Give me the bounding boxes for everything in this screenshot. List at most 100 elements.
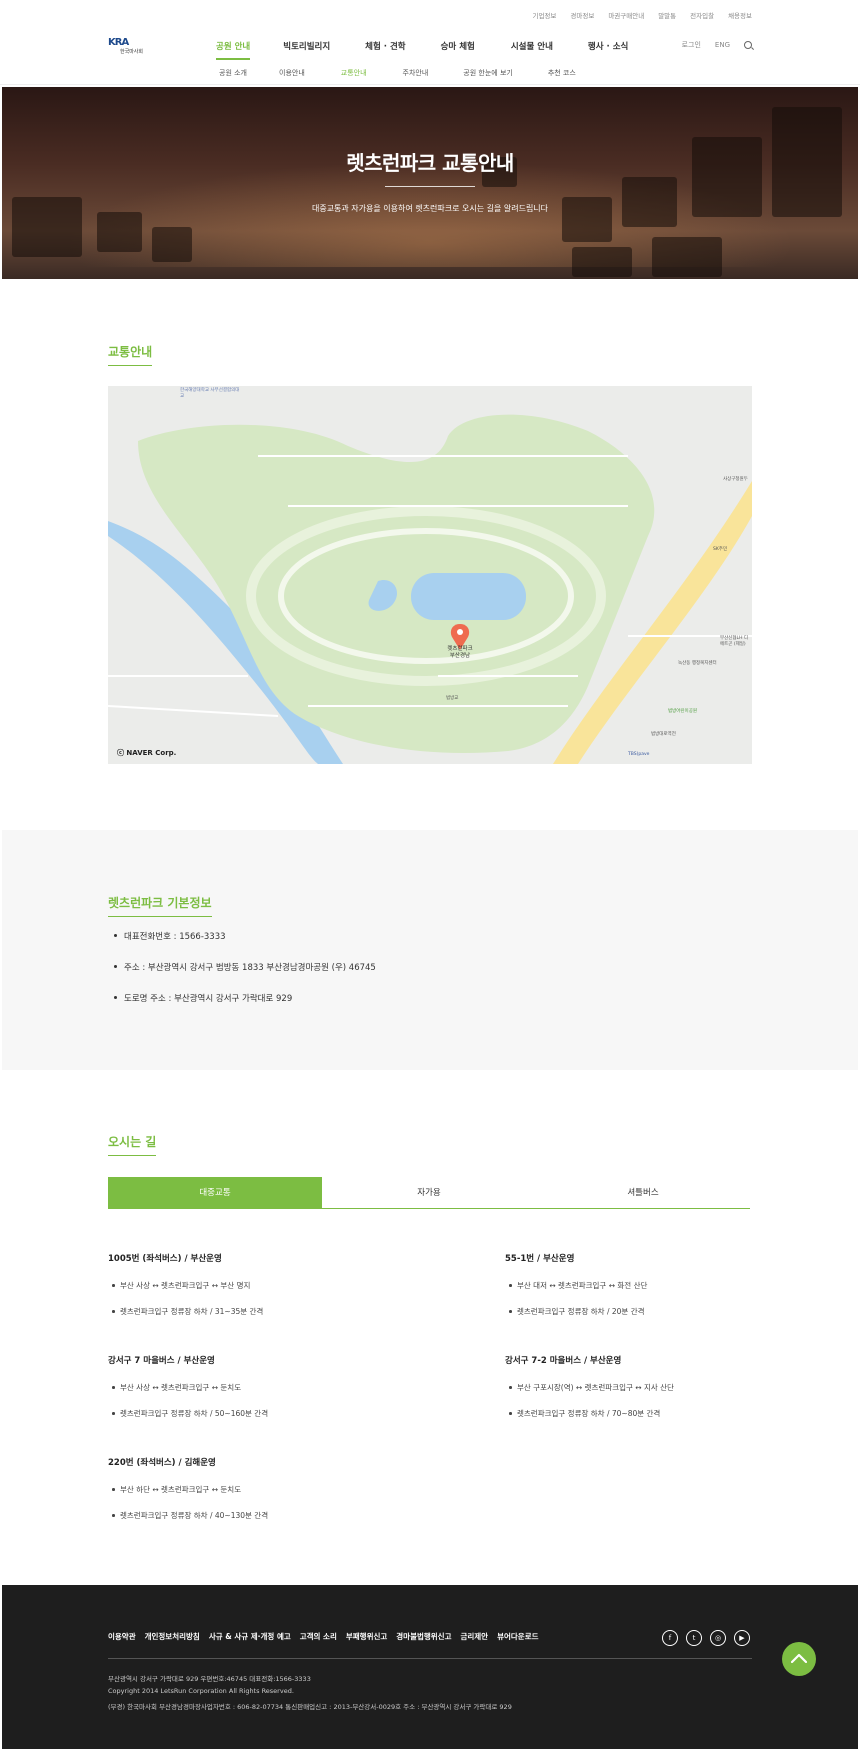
section-title-info: 렛츠런파크 기본정보: [108, 894, 212, 917]
info-road-address: 도로명 주소 : 부산광역시 강서구 가락대로 929: [114, 992, 376, 1004]
utility-link-bid[interactable]: 전자입찰: [690, 10, 714, 20]
footer-link-privacy[interactable]: 개인정보처리방침: [145, 1631, 200, 1642]
subnav-parking[interactable]: 주차안내: [403, 68, 429, 78]
subnav-usage[interactable]: 이용안내: [279, 68, 305, 78]
scroll-top-button[interactable]: [782, 1642, 816, 1676]
footer-business: (부경) 한국마사회 부산경남경마장사업자번호 : 606-82-07734 통…: [108, 1703, 512, 1711]
footer-copyright: Copyright 2014 LetsRun Corporation All R…: [108, 1687, 294, 1695]
logo-subtitle: 한국마사회: [120, 49, 144, 55]
route-title: 55-1번 / 부산운영: [505, 1254, 575, 1264]
subnav-park-intro[interactable]: 공원 소개: [219, 68, 247, 78]
utility-link-talk[interactable]: 말말통: [658, 10, 676, 20]
map-label-apartment: 부산신협LH 디에트곤 (제일): [720, 636, 749, 647]
subnav-traffic[interactable]: 교통안내: [341, 68, 367, 78]
header-divider: [0, 84, 860, 85]
hero-banner: 렛츠런파크 교통안내 대중교통과 자가용을 이용하여 렛츠런파크로 오시는 길을…: [2, 87, 858, 279]
route-line: 부산 사상 ↔ 렛츠런파크입구 ↔ 부산 명지: [108, 1280, 468, 1291]
utility-link-company[interactable]: 기업정보: [532, 10, 556, 20]
directions-tabs: 대중교통 자가용 셔틀버스: [108, 1177, 750, 1209]
chevron-up-icon: [791, 1653, 807, 1663]
tab-shuttle[interactable]: 셔틀버스: [536, 1177, 750, 1208]
youtube-icon[interactable]: ▶: [734, 1630, 750, 1646]
route-card: 강서구 7-2 마을버스 / 부산운영 부산 구포시장(역) ↔ 렛츠런파크입구…: [505, 1354, 860, 1434]
route-card: 1005번 (좌석버스) / 부산운영 부산 사상 ↔ 렛츠런파크입구 ↔ 부산…: [108, 1252, 468, 1332]
route-title: 강서구 7 마을버스 / 부산운영: [108, 1356, 215, 1366]
footer-address: 부산광역시 강서구 가락대로 929 우편번호:46745 대표전화:1566-…: [108, 1675, 311, 1683]
footer-divider: [108, 1658, 752, 1659]
map-label-park: 범방어린이공원: [668, 709, 697, 714]
tab-car[interactable]: 자가용: [322, 1177, 536, 1208]
hero-title: 렛츠런파크 교통안내: [346, 151, 514, 175]
route-line: 부산 하단 ↔ 렛츠런파크입구 ↔ 둔치도: [108, 1484, 468, 1495]
sub-nav: 공원 소개 이용안내 교통안내 주차안내 공원 한눈에 보기 추천 코스: [219, 68, 576, 78]
route-line: 렛츠런파크입구 정류장 하차 / 31~35분 간격: [108, 1306, 468, 1317]
nav-victory-village[interactable]: 빅토리빌리지: [283, 40, 330, 52]
info-phone: 대표전화번호 : 1566-3333: [114, 930, 376, 942]
nav-riding[interactable]: 승마 체험: [441, 40, 475, 52]
subnav-course[interactable]: 추천 코스: [548, 68, 576, 78]
route-line: 렛츠런파크입구 정류장 하차 / 70~80분 간격: [505, 1408, 860, 1419]
map-marker-label: 렛츠런파크 부산경남: [434, 646, 486, 660]
section-title-traffic: 교통안내: [108, 343, 153, 366]
utility-nav: 기업정보 경마정보 마권구매안내 말말통 전자입찰 채용정보: [532, 10, 752, 20]
route-card: 55-1번 / 부산운영 부산 대저 ↔ 렛츠런파크입구 ↔ 화전 산단 렛츠런…: [505, 1252, 860, 1332]
footer-link-corruption[interactable]: 부패행위신고: [346, 1631, 387, 1642]
lang-link[interactable]: ENG: [715, 41, 730, 49]
facebook-icon[interactable]: f: [662, 1630, 678, 1646]
footer: 이용약관 개인정보처리방침 사규 & 사규 제·개정 예고 고객의 소리 부패행…: [2, 1585, 858, 1749]
nav-park-guide[interactable]: 공원 안내: [216, 40, 251, 60]
map-view[interactable]: 렛츠런파크 부산경남 한국해양대학교 사무선결합의대교 사상구청원두 SK주민 …: [108, 386, 752, 764]
hero-car: [97, 212, 142, 252]
map-copyright: ⓒ NAVER Corp.: [117, 749, 177, 757]
footer-link-viewer[interactable]: 뷰어다운로드: [497, 1631, 538, 1642]
section-title-directions: 오시는 길: [108, 1133, 157, 1156]
route-title: 강서구 7-2 마을버스 / 부산운영: [505, 1356, 622, 1366]
subnav-overview[interactable]: 공원 한눈에 보기: [463, 68, 513, 78]
map-label-tbs: TBS(pave: [628, 752, 650, 757]
hero-rule: [385, 186, 475, 187]
hero-car: [652, 237, 722, 277]
map-label-bridge: 범방교: [446, 696, 459, 701]
route-line: 렛츠런파크입구 정류장 하차 / 50~160분 간격: [108, 1408, 468, 1419]
twitter-icon[interactable]: t: [686, 1630, 702, 1646]
nav-events[interactable]: 행사 · 소식: [588, 40, 628, 52]
nav-experience[interactable]: 체험 · 견학: [365, 40, 405, 52]
map-marker-label-line2: 부산경남: [449, 653, 471, 659]
hero-car: [152, 227, 192, 262]
route-title: 1005번 (좌석버스) / 부산운영: [108, 1254, 222, 1264]
login-link[interactable]: 로그인: [682, 40, 701, 50]
map-label-university: 한국해양대학교 사무선결합의대교: [180, 388, 240, 399]
search-icon[interactable]: [744, 41, 752, 49]
footer-link-proposal[interactable]: 금리제안: [460, 1631, 488, 1642]
utility-link-racing[interactable]: 경마정보: [570, 10, 594, 20]
main-nav: 공원 안내 빅토리빌리지 체험 · 견학 승마 체험 시설물 안내 행사 · 소…: [216, 40, 628, 60]
map-marker-label-line1: 렛츠런파크: [447, 646, 473, 652]
footer-link-illegal[interactable]: 경마불법행위신고: [396, 1631, 451, 1642]
header-utilities: 로그인 ENG: [682, 40, 752, 50]
route-title: 220번 (좌석버스) / 김해운영: [108, 1458, 216, 1468]
footer-link-terms[interactable]: 이용약관: [108, 1631, 136, 1642]
map-label-center: 녹산동 행정복지센터: [678, 661, 717, 666]
hero-car: [622, 177, 677, 227]
route-card: 220번 (좌석버스) / 김해운영 부산 하단 ↔ 렛츠런파크입구 ↔ 둔치도…: [108, 1456, 468, 1536]
info-address: 주소 : 부산광역시 강서구 범방동 1833 부산경남경마공원 (우) 467…: [114, 961, 376, 973]
logo-mark: KRA: [108, 37, 129, 48]
nav-facilities[interactable]: 시설물 안내: [511, 40, 553, 52]
route-line: 부산 사상 ↔ 렛츠런파크입구 ↔ 둔치도: [108, 1382, 468, 1393]
map-canvas: [108, 386, 752, 764]
route-card: 강서구 7 마을버스 / 부산운영 부산 사상 ↔ 렛츠런파크입구 ↔ 둔치도 …: [108, 1354, 468, 1434]
map-label-sk: SK주민: [713, 547, 728, 552]
footer-link-voice[interactable]: 고객의 소리: [300, 1631, 337, 1642]
route-line: 렛츠런파크입구 정류장 하차 / 40~130분 간격: [108, 1510, 468, 1521]
kra-logo[interactable]: KRA 한국마사회: [108, 37, 144, 56]
info-list: 대표전화번호 : 1566-3333 주소 : 부산광역시 강서구 범방동 18…: [114, 930, 376, 1023]
social-links: f t ◎ ▶: [662, 1630, 750, 1646]
utility-link-ticket[interactable]: 마권구매안내: [608, 10, 644, 20]
footer-link-rules[interactable]: 사규 & 사규 제·개정 예고: [209, 1631, 291, 1642]
map-label-station: 범방대로역전: [651, 732, 676, 737]
utility-link-jobs[interactable]: 채용정보: [728, 10, 752, 20]
tab-public-transport[interactable]: 대중교통: [108, 1177, 322, 1208]
instagram-icon[interactable]: ◎: [710, 1630, 726, 1646]
hero-car: [572, 247, 632, 277]
hero-subtitle: 대중교통과 자가용을 이용하여 렛츠런파크로 오시는 길을 알려드립니다: [311, 204, 549, 213]
